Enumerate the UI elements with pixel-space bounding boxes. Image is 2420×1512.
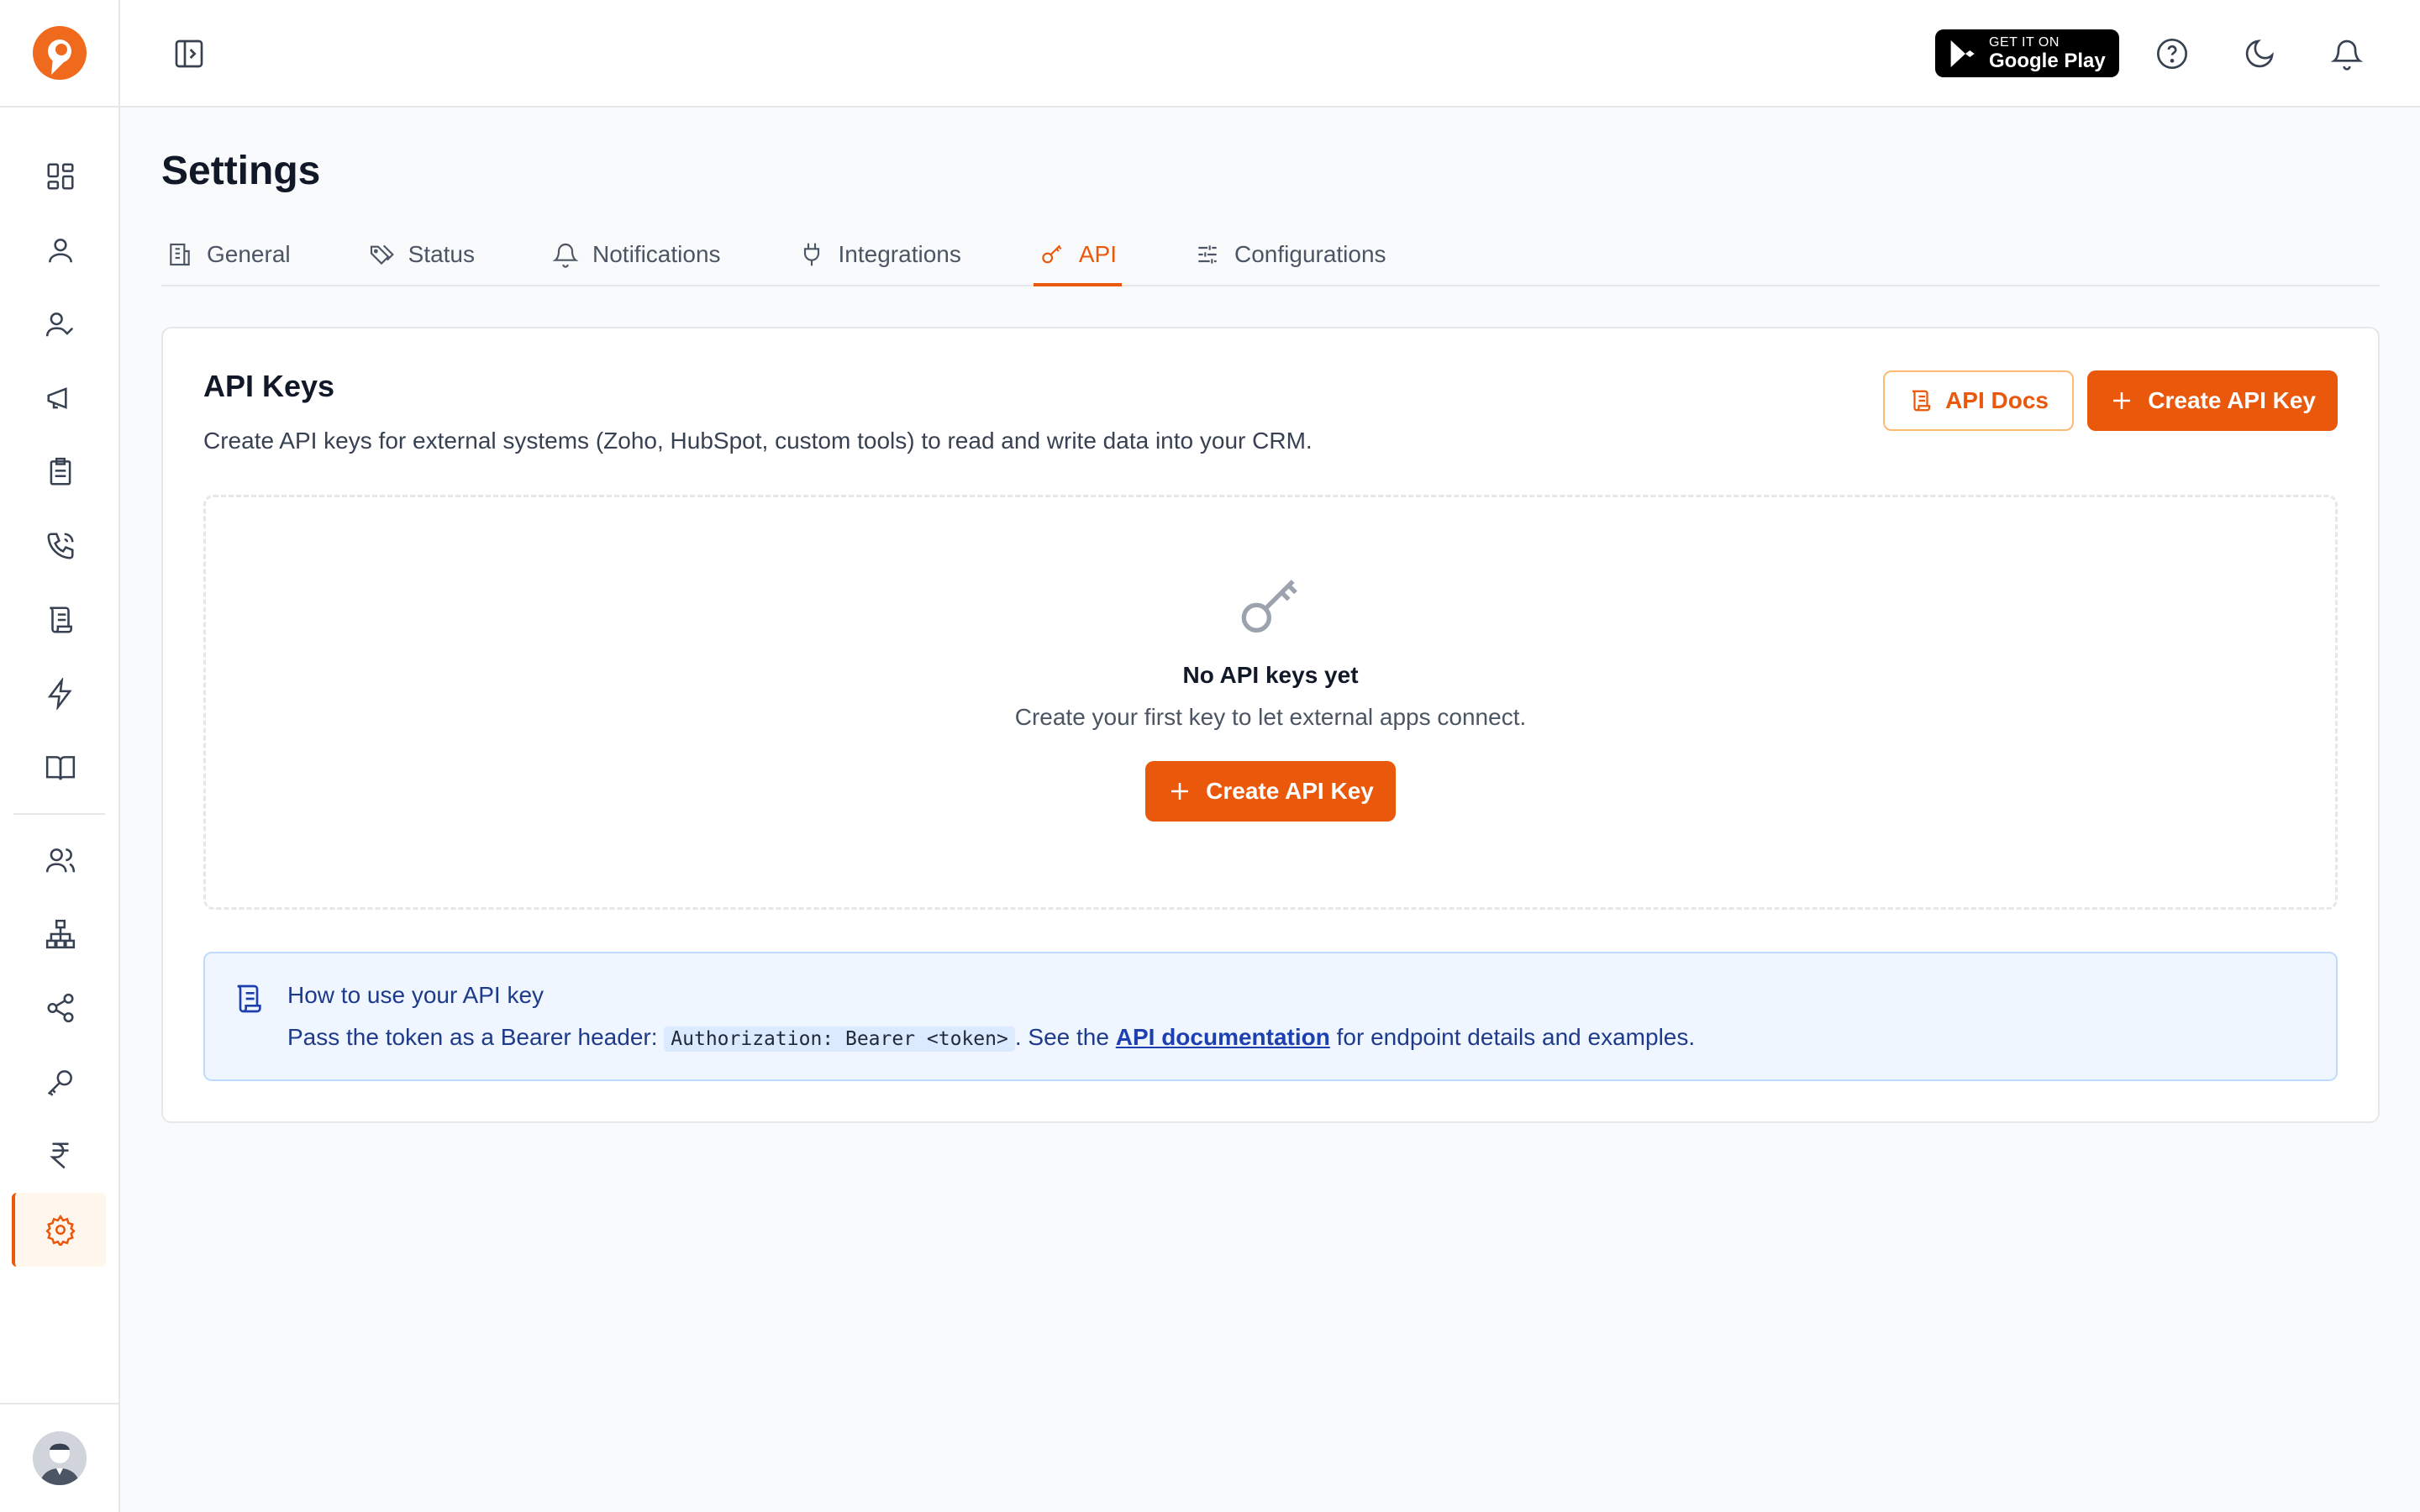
bell-icon: [552, 244, 579, 268]
tab-api[interactable]: API: [1033, 241, 1122, 286]
sidebar-toggle-button[interactable]: [172, 37, 206, 71]
moon-icon: [2245, 39, 2274, 68]
nav-divider: [13, 813, 105, 815]
scroll-icon: [1912, 390, 1931, 412]
info-body-suffix: for endpoint details and examples.: [1336, 1024, 1696, 1050]
dashboard-icon: [46, 163, 74, 190]
nav-contacts[interactable]: [0, 213, 120, 287]
sidebar-footer: [0, 1403, 118, 1512]
nav-calls[interactable]: [0, 509, 120, 583]
api-keys-card: API Keys Create API keys for external sy…: [161, 327, 2380, 1123]
tab-label: Status: [408, 241, 476, 267]
building-icon: [170, 243, 190, 266]
nav-scripts[interactable]: [0, 583, 120, 657]
page-title: Settings: [161, 149, 321, 193]
tab-label: API: [1078, 241, 1117, 267]
share-icon: [46, 993, 74, 1023]
plus-icon: [2113, 392, 2131, 409]
avatar[interactable]: [32, 1431, 87, 1485]
tab-label: Configurations: [1234, 241, 1386, 267]
topbar: GET IT ON Google Play: [120, 0, 2420, 108]
scroll-icon: [237, 984, 261, 1013]
empty-state: No API keys yet Create your first key to…: [203, 495, 2338, 910]
nav-leads[interactable]: [0, 287, 120, 361]
sliders-icon: [1198, 245, 1217, 264]
empty-create-api-key-label: Create API Key: [1206, 778, 1374, 804]
users-icon: [45, 848, 75, 873]
api-docs-label: API Docs: [1945, 387, 2049, 413]
tab-label: Integrations: [838, 241, 961, 267]
info-body-prefix: Pass the token as a Bearer header:: [287, 1024, 658, 1050]
tab-configurations[interactable]: Configurations: [1189, 241, 1392, 286]
nav-team[interactable]: [0, 823, 120, 897]
nav-tasks[interactable]: [0, 435, 120, 509]
api-usage-info: How to use your API key Pass the token a…: [203, 952, 2338, 1081]
google-play-big-text: Google Play: [1989, 49, 2106, 72]
sidebar: [0, 0, 120, 1512]
logo[interactable]: [0, 0, 118, 108]
create-api-key-label: Create API Key: [2148, 387, 2316, 413]
clipboard-icon: [50, 457, 71, 486]
user-avatar-icon: [32, 1431, 87, 1485]
rupee-icon: [49, 1142, 68, 1169]
nav-dashboard[interactable]: [0, 139, 120, 213]
info-body: Pass the token as a Bearer header: Autho…: [287, 1024, 1696, 1052]
help-button[interactable]: [2155, 37, 2189, 71]
phone-icon: [46, 533, 74, 559]
nav-campaigns[interactable]: [0, 361, 120, 435]
key-icon: [1241, 580, 1297, 633]
brand-logo-icon: [32, 26, 87, 80]
nav-billing[interactable]: [0, 1119, 120, 1193]
tab-status[interactable]: Status: [363, 241, 480, 286]
user-check-icon: [45, 312, 73, 337]
megaphone-icon: [46, 387, 67, 409]
tab-notifications[interactable]: Notifications: [547, 241, 726, 286]
create-api-key-button[interactable]: Create API Key: [2087, 370, 2338, 431]
nav-settings[interactable]: [12, 1193, 106, 1267]
tab-label: Notifications: [592, 241, 721, 267]
book-open-icon: [45, 756, 75, 780]
google-play-icon: [1950, 39, 1975, 67]
sitemap-icon: [45, 919, 75, 949]
settings-tabs: General Status Notifications Integration…: [161, 241, 2380, 286]
nav-automations[interactable]: [0, 657, 120, 731]
user-icon: [48, 239, 72, 263]
bearer-code: Authorization: Bearer <token>: [664, 1026, 1015, 1052]
info-body-mid: . See the: [1014, 1024, 1109, 1050]
empty-create-api-key-button[interactable]: Create API Key: [1145, 761, 1396, 822]
sidebar-toggle-icon: [175, 39, 203, 68]
tab-general[interactable]: General: [161, 241, 296, 286]
tab-label: General: [207, 241, 291, 267]
plug-icon: [803, 243, 819, 266]
info-title: How to use your API key: [287, 982, 544, 1008]
api-documentation-link[interactable]: API documentation: [1116, 1024, 1330, 1050]
nav-hierarchy[interactable]: [0, 897, 120, 971]
scroll-icon: [49, 606, 72, 633]
main-content: Settings General Status Notifications In…: [161, 108, 2380, 1123]
lightning-icon: [47, 678, 72, 710]
card-description: Create API keys for external systems (Zo…: [203, 428, 1313, 454]
gear-icon: [45, 1214, 76, 1246]
tab-integrations[interactable]: Integrations: [793, 241, 966, 286]
theme-toggle-button[interactable]: [2243, 37, 2276, 71]
tags-icon: [370, 244, 394, 265]
help-icon: [2157, 39, 2187, 69]
nav-knowledge[interactable]: [0, 731, 120, 805]
plus-icon: [1171, 783, 1189, 800]
key-icon: [47, 1070, 72, 1096]
key-icon: [1042, 244, 1062, 264]
sidebar-nav: [0, 108, 118, 1267]
empty-state-title: No API keys yet: [1182, 662, 1359, 688]
google-play-badge[interactable]: GET IT ON Google Play: [1935, 29, 2119, 77]
api-docs-button[interactable]: API Docs: [1883, 370, 2074, 431]
nav-share[interactable]: [0, 971, 120, 1045]
google-play-small-text: GET IT ON: [1989, 34, 2060, 50]
bell-icon: [2330, 39, 2364, 71]
notifications-button[interactable]: [2330, 37, 2364, 71]
nav-keys[interactable]: [0, 1045, 120, 1119]
empty-state-subtitle: Create your first key to let external ap…: [1014, 704, 1527, 730]
